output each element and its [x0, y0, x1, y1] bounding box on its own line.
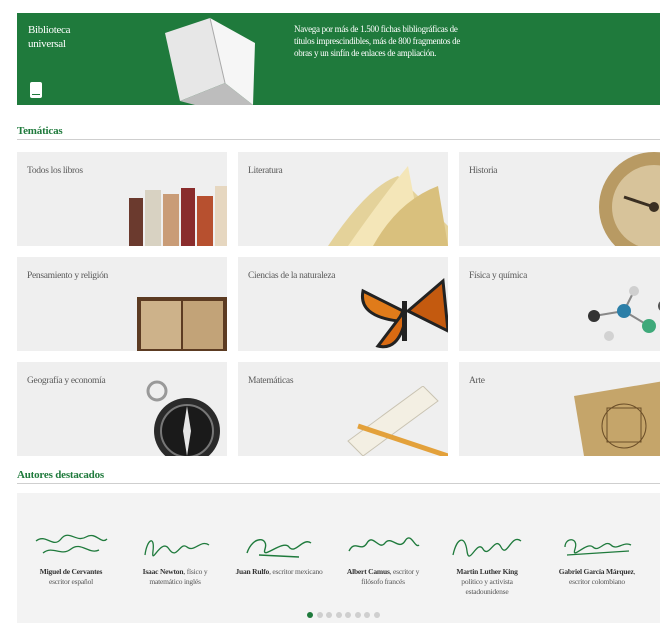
author-description: escritor español: [48, 577, 94, 586]
ruler-pencil-image: [347, 386, 448, 456]
banner-description: Navega por más de 1.500 fichas bibliográ…: [294, 24, 461, 58]
author-name: Martin Luther King: [456, 567, 518, 576]
tile-fisica-y-quimica[interactable]: Física y química: [459, 257, 660, 351]
author-caption: Martin Luther King político y activista e…: [441, 567, 533, 597]
tile-label: Todos los libros: [27, 166, 83, 176]
compass-image: [146, 380, 220, 456]
vitruvian-man-image: [574, 381, 660, 456]
tile-ciencias-de-la-naturaleza[interactable]: Ciencias de la naturaleza: [238, 257, 448, 351]
banner-title: Biblioteca universal: [28, 24, 71, 50]
author-card[interactable]: Gabriel García Márquez, escritor colombi…: [551, 493, 643, 587]
authors-carousel: Miguel de Cervantes escritor español Isaa…: [17, 493, 660, 623]
pager-dot[interactable]: [354, 612, 361, 618]
open-book-image: [165, 17, 255, 105]
pager-dot[interactable]: [316, 612, 323, 618]
author-caption: Gabriel García Márquez, escritor colombi…: [551, 567, 643, 587]
author-card[interactable]: Miguel de Cervantes escritor español: [25, 493, 117, 587]
tile-label: Geografía y economía: [27, 376, 106, 386]
autores-heading: Autores destacados: [17, 469, 104, 481]
signature-image: [452, 538, 522, 557]
signature-image: [35, 534, 108, 554]
author-card[interactable]: Isaac Newton, físico y matemático inglés: [129, 493, 221, 587]
author-name: Albert Camus: [346, 567, 390, 576]
signature-image: [564, 539, 632, 556]
autores-divider: [17, 483, 660, 484]
author-description: político y activista estadounidense: [461, 577, 513, 596]
carousel-pager: [307, 605, 383, 618]
old-book-image: [137, 297, 227, 351]
tile-label: Arte: [469, 376, 485, 386]
molecule-image: [588, 286, 660, 341]
author-caption: Isaac Newton, físico y matemático inglés: [129, 567, 221, 587]
pager-dot[interactable]: [345, 612, 351, 618]
signature-image: [246, 539, 312, 558]
tile-literatura[interactable]: Literatura: [238, 152, 448, 246]
tile-historia[interactable]: Historia: [459, 152, 660, 246]
pager-dot[interactable]: [326, 612, 332, 618]
author-card[interactable]: Juan Rulfo, escritor mexicano: [233, 493, 325, 577]
author-name: Miguel de Cervantes: [39, 567, 103, 576]
signature-image: [144, 540, 210, 557]
author-name: Juan Rulfo: [235, 567, 270, 576]
author-card[interactable]: Albert Camus, escritor y filósofo francé…: [337, 493, 429, 587]
pager-dot[interactable]: [364, 612, 370, 618]
author-caption: Juan Rulfo, escritor mexicano: [233, 567, 325, 577]
tile-pensamiento-y-religion[interactable]: Pensamiento y religión: [17, 257, 227, 351]
tile-arte[interactable]: Arte: [459, 362, 660, 456]
tile-label: Matemáticas: [248, 376, 294, 386]
author-card[interactable]: Martin Luther King político y activista e…: [441, 493, 533, 597]
tile-label: Historia: [469, 166, 498, 176]
author-description: , escritor mexicano: [269, 567, 323, 576]
tematicas-divider: [17, 139, 660, 140]
open-pages-image: [328, 166, 448, 246]
tile-label: Física y química: [469, 271, 527, 281]
book-icon: [30, 82, 42, 98]
tile-matematicas[interactable]: Matemáticas: [238, 362, 448, 456]
tile-label: Pensamiento y religión: [27, 271, 108, 281]
clock-image: [599, 152, 660, 246]
author-name: Isaac Newton: [142, 567, 184, 576]
butterfly-image: [360, 277, 448, 349]
tile-todos-los-libros[interactable]: Todos los libros: [17, 152, 227, 246]
tile-geografia-y-economia[interactable]: Geografía y economía: [17, 362, 227, 456]
pager-dot-active[interactable]: [307, 612, 313, 618]
pager-dot[interactable]: [373, 612, 380, 618]
author-caption: Albert Camus, escritor y filósofo francé…: [337, 567, 429, 587]
pager-dot[interactable]: [335, 612, 342, 618]
signature-image: [348, 537, 420, 552]
books-spines-image: [129, 186, 227, 246]
tile-label: Ciencias de la naturaleza: [248, 271, 336, 281]
tematicas-heading: Temáticas: [17, 125, 63, 137]
author-caption: Miguel de Cervantes escritor español: [25, 567, 117, 587]
author-name: Gabriel García Márquez: [558, 567, 634, 576]
biblioteca-banner[interactable]: Biblioteca universal Navega por más de 1…: [17, 13, 660, 105]
